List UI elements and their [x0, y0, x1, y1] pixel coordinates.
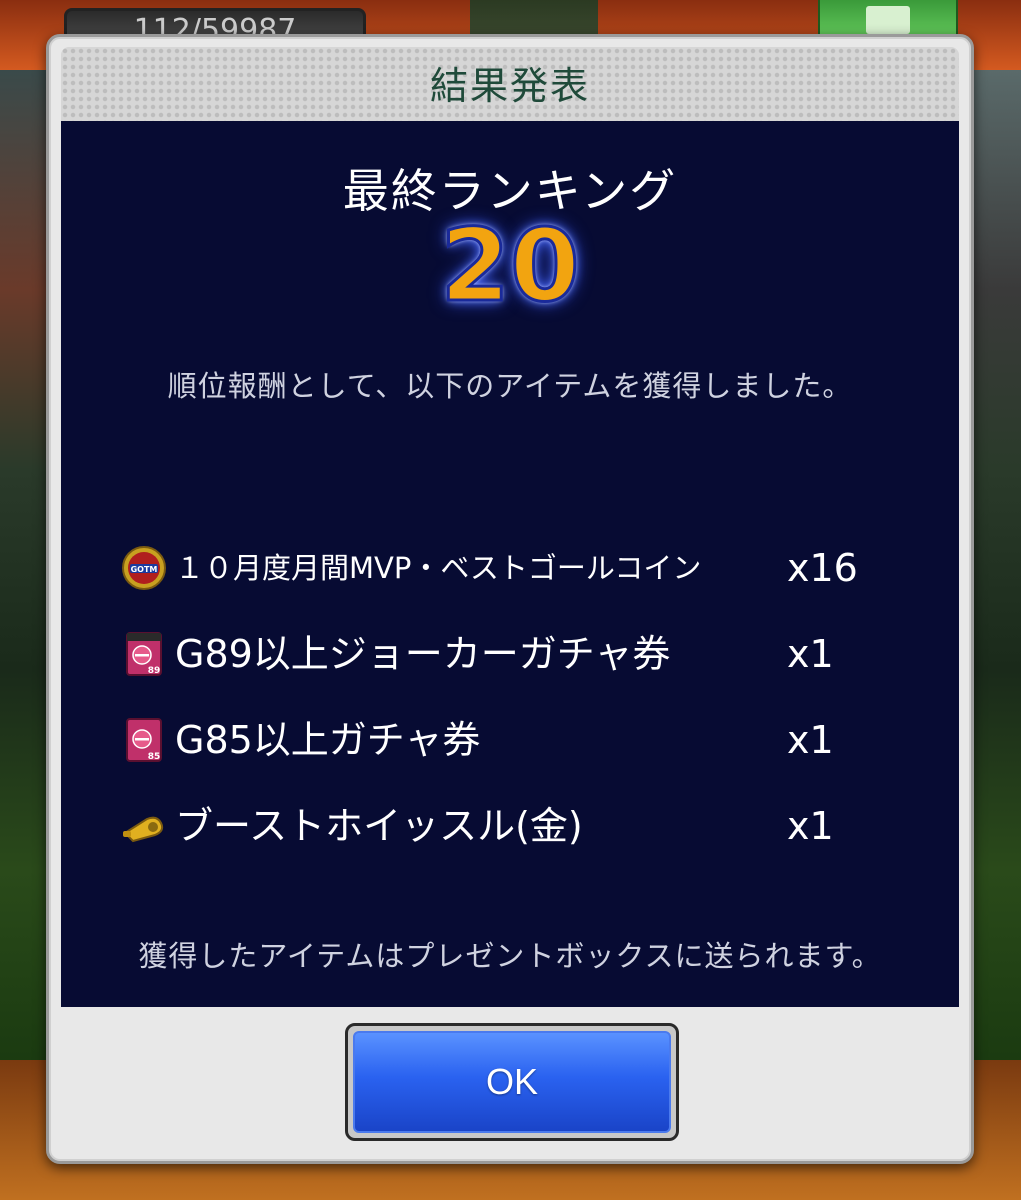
gotm-coin-icon: GOTM	[122, 546, 166, 590]
svg-text:85: 85	[148, 752, 161, 762]
joker-gacha-ticket-icon: 89	[126, 632, 162, 676]
ok-button-label[interactable]: OK	[353, 1031, 671, 1133]
svg-text:89: 89	[148, 666, 161, 676]
reward-row: 89 G89以上ジョーカーガチャ券 x1	[121, 619, 901, 689]
reward-note: 順位報酬として、以下のアイテムを獲得しました。	[167, 369, 853, 403]
dialog-title: 結果発表	[429, 64, 590, 108]
reward-row: ブーストホイッスル(金) x1	[121, 791, 901, 861]
reward-name: G89以上ジョーカーガチャ券	[175, 632, 671, 676]
gold-whistle-icon	[123, 816, 164, 843]
dialog-header: 結果発表	[61, 47, 959, 125]
result-dialog: 結果発表 最終ランキング 20 順位報酬として、以下のアイテムを獲得しました。 …	[46, 34, 974, 1164]
ok-button[interactable]: OK	[345, 1023, 679, 1141]
gacha-ticket-icon: 85	[126, 718, 162, 762]
reward-name: １０月度月間MVP・ベストゴールコイン	[175, 551, 702, 585]
reward-quantity: x16	[787, 546, 858, 590]
reward-quantity: x1	[787, 632, 834, 676]
reward-quantity: x1	[787, 718, 834, 762]
reward-name: G85以上ガチャ券	[175, 718, 481, 762]
ranking-value: 20	[439, 207, 581, 324]
reward-row: GOTM １０月度月間MVP・ベストゴールコイン x16	[121, 533, 901, 603]
reward-row: 85 G85以上ガチャ券 x1	[121, 705, 901, 775]
svg-text:GOTM: GOTM	[131, 565, 158, 574]
gift-icon	[866, 6, 910, 34]
reward-quantity: x1	[787, 804, 834, 848]
dialog-body: 最終ランキング 20 順位報酬として、以下のアイテムを獲得しました。 GOTM …	[61, 121, 959, 1007]
footer-note: 獲得したアイテムはプレゼントボックスに送られます。	[138, 939, 882, 973]
reward-name: ブーストホイッスル(金)	[175, 804, 583, 848]
